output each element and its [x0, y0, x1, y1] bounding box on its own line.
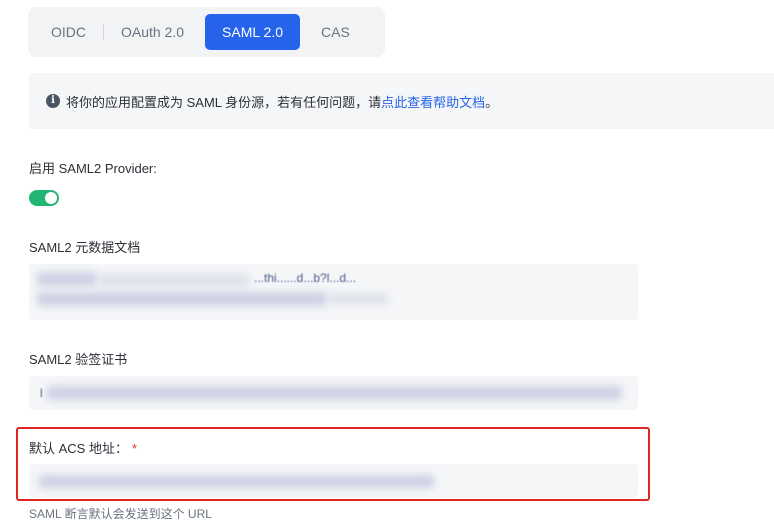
certificate-field[interactable]: l [29, 376, 638, 410]
acs-label-text: 默认 ACS 地址： [29, 441, 128, 456]
tab-oidc[interactable]: OIDC [34, 14, 103, 50]
tab-oauth2[interactable]: OAuth 2.0 [104, 14, 201, 50]
required-mark: * [131, 441, 138, 456]
banner-text: 将你的应用配置成为 SAML 身份源，若有任何问题，请 [66, 94, 382, 110]
acs-help-text: SAML 断言默认会发送到这个 URL [29, 507, 212, 521]
info-circle-icon: i [46, 94, 60, 108]
provider-toggle[interactable] [29, 190, 59, 206]
help-doc-link[interactable]: 点此查看帮助文档 [381, 92, 485, 111]
acs-label: 默认 ACS 地址： * [29, 438, 137, 457]
metadata-field[interactable]: ...thi......d...b?l...d... [29, 264, 638, 320]
certificate-label: SAML2 验签证书 [29, 352, 128, 367]
metadata-label: SAML2 元数据文档 [29, 240, 141, 255]
protocol-tabs: OIDC OAuth 2.0 SAML 2.0 CAS [28, 7, 385, 57]
provider-label: 启用 SAML2 Provider: [29, 161, 157, 176]
redacted-block [329, 294, 389, 304]
acs-url-field[interactable] [29, 464, 638, 498]
tab-saml2[interactable]: SAML 2.0 [205, 14, 301, 50]
redacted-block [37, 272, 97, 286]
redacted-block [47, 386, 622, 400]
info-banner: i 将你的应用配置成为 SAML 身份源，若有任何问题，请 点此查看帮助文档 。 [29, 73, 774, 129]
tab-cas[interactable]: CAS [304, 14, 367, 50]
metadata-url-fragment: ...thi......d...b?l...d... [254, 271, 357, 285]
redacted-block [99, 274, 249, 286]
redacted-block [39, 475, 434, 488]
certificate-fragment: l [40, 386, 43, 400]
toggle-knob [45, 192, 57, 204]
redacted-block [37, 292, 327, 306]
banner-suffix: 。 [485, 94, 499, 110]
